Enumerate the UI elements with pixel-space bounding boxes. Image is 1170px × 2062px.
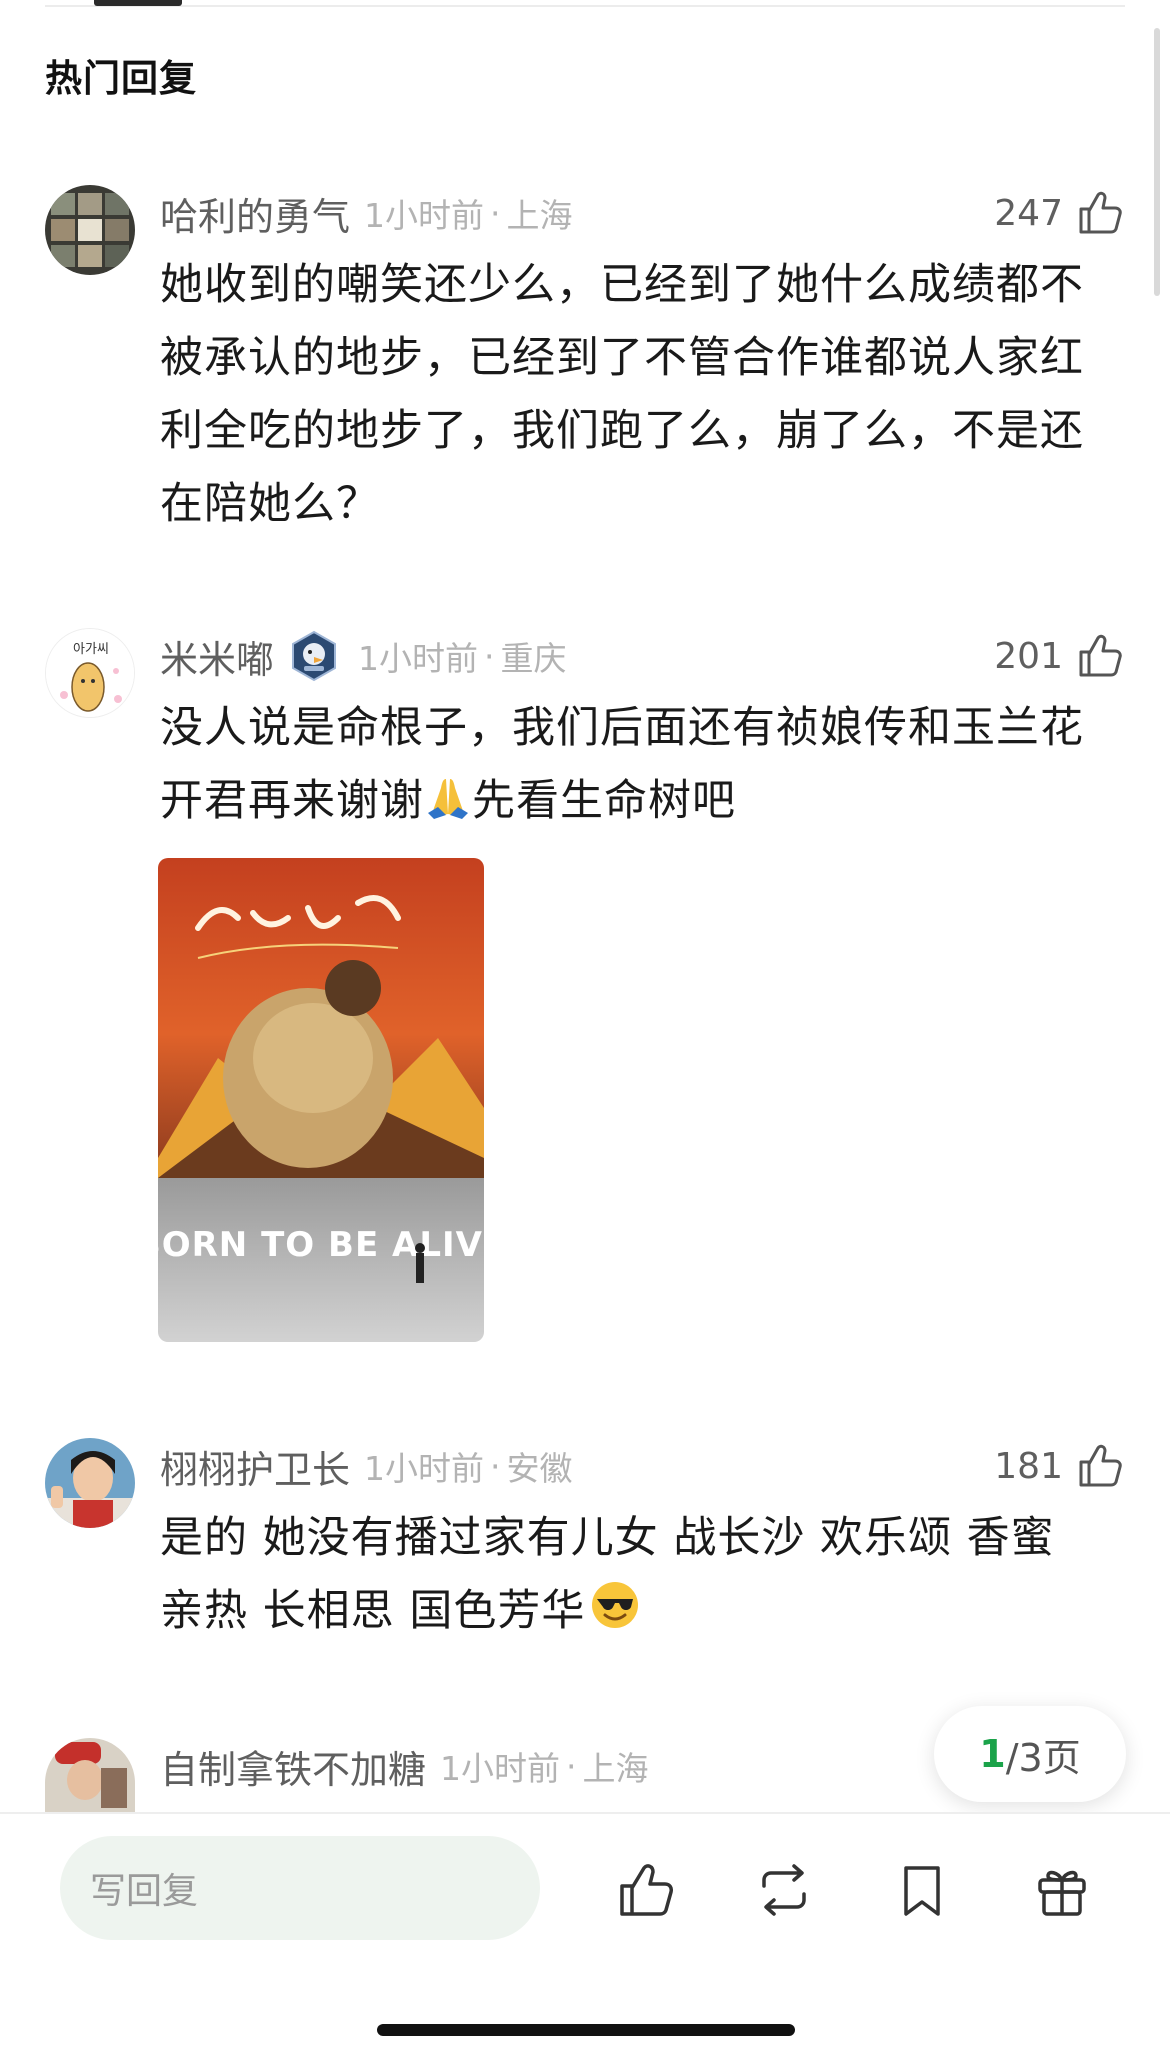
username[interactable]: 自制拿铁不加糖 xyxy=(160,1739,426,1794)
comment-header: 栩栩护卫长 1小时前 · 安徽 xyxy=(160,1438,573,1494)
thumb-up-icon xyxy=(1079,634,1122,677)
scrollbar[interactable] xyxy=(1154,28,1160,296)
avatar[interactable] xyxy=(45,1738,135,1812)
username[interactable]: 栩栩护卫长 xyxy=(160,1439,350,1494)
thumb-up-icon xyxy=(1079,1444,1122,1487)
poster-subtitle: BORN TO BE ALIVE xyxy=(158,1225,484,1265)
comment-text: 是的 她没有播过家有儿女 战长沙 欢乐颂 香蜜 亲热 长相思 国色芳华 xyxy=(160,1502,1090,1648)
comment-time: 1小时前 xyxy=(364,1449,485,1488)
bottom-action-bar: 写回复 xyxy=(0,1812,1170,2062)
badge-icon xyxy=(292,630,337,682)
comment-text: 她收到的嘲笑还少么，已经到了她什么成绩都不被承认的地步，已经到了不管合作谁都说人… xyxy=(160,260,1084,529)
repost-icon[interactable] xyxy=(752,1858,816,1922)
page-current: 1 xyxy=(979,1732,1006,1776)
username[interactable]: 哈利的勇气 xyxy=(160,186,350,241)
avatar-text: 아가씨 xyxy=(73,642,109,657)
like-button[interactable]: 181 xyxy=(994,1438,1125,1494)
meta-separator: · xyxy=(484,636,495,676)
like-button[interactable]: 201 xyxy=(994,628,1125,684)
meta-separator: · xyxy=(490,1446,501,1486)
comment-location: 重庆 xyxy=(500,639,567,678)
gift-icon[interactable] xyxy=(1030,1858,1094,1922)
pagination-indicator[interactable]: 1/3页 xyxy=(934,1706,1126,1802)
like-button[interactable]: 247 xyxy=(994,185,1125,241)
comment-text-part: 先看生命树吧 xyxy=(472,776,736,826)
avatar[interactable]: 아가씨 xyxy=(45,628,135,718)
comment-time: 1小时前 xyxy=(440,1749,561,1788)
reply-input[interactable]: 写回复 xyxy=(60,1836,540,1940)
comment-text: 没人说是命根子，我们后面还有祯娘传和玉兰花开君再来谢谢 先看生命树吧 xyxy=(160,692,1090,838)
thumb-up-icon[interactable] xyxy=(614,1858,678,1922)
reply-placeholder: 写回复 xyxy=(90,1871,199,1912)
avatar[interactable] xyxy=(45,1438,135,1528)
tab-indicator xyxy=(94,0,182,6)
top-divider xyxy=(45,5,1125,7)
comment-time: 1小时前 xyxy=(358,639,479,678)
thumb-up-icon xyxy=(1079,191,1122,234)
comment-location: 上海 xyxy=(582,1749,649,1788)
avatar[interactable] xyxy=(45,185,135,275)
page-total: /3页 xyxy=(1005,1735,1081,1780)
home-indicator[interactable] xyxy=(377,2024,795,2036)
like-count: 181 xyxy=(994,1445,1063,1487)
sunglasses-face-icon xyxy=(592,1582,639,1628)
comment-location: 安徽 xyxy=(506,1449,573,1488)
section-title: 热门回复 xyxy=(45,57,197,100)
comment-header: 自制拿铁不加糖 1小时前 · 上海 xyxy=(160,1738,649,1794)
comment-header: 米米嘟 1小时前 · 重庆 xyxy=(160,628,567,684)
like-count: 201 xyxy=(994,635,1063,677)
bookmark-icon[interactable] xyxy=(890,1858,954,1922)
praying-hands-icon xyxy=(428,779,468,819)
meta-separator: · xyxy=(566,1746,577,1786)
like-count: 247 xyxy=(994,192,1063,234)
username[interactable]: 米米嘟 xyxy=(160,629,274,684)
comment-time: 1小时前 xyxy=(364,196,485,235)
comment-location: 上海 xyxy=(506,196,573,235)
comment-image[interactable]: BORN TO BE ALIVE xyxy=(158,858,484,1342)
comment-header: 哈利的勇气 1小时前 · 上海 xyxy=(160,185,573,241)
meta-separator: · xyxy=(490,193,501,233)
